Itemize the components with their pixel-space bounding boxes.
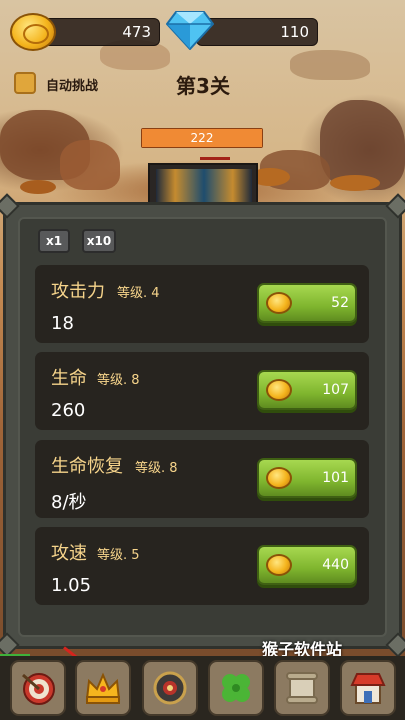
- gold-counter: 473: [40, 18, 160, 46]
- upgrade-price: 101: [322, 470, 349, 486]
- coin-icon: [266, 292, 292, 314]
- stat-card-attack-speed: 攻速 等级. 5 1.05 440: [35, 527, 369, 605]
- diamond-icon: [166, 11, 214, 50]
- stat-card-attack: 攻击力 等级. 4 18 52: [35, 265, 369, 343]
- nav-compass[interactable]: [142, 660, 198, 716]
- compass-icon: [153, 671, 187, 705]
- nav-clover[interactable]: [208, 660, 264, 716]
- clover-icon: [222, 674, 250, 702]
- stat-card-health: 生命 等级. 8 260 107: [35, 352, 369, 430]
- gold-coin-icon: [10, 13, 56, 51]
- stat-name: 攻击力: [51, 281, 105, 302]
- stat-value: 1.05: [51, 575, 92, 596]
- stat-name: 攻速: [51, 543, 87, 564]
- scroll-icon: [286, 672, 318, 704]
- enemy-hp-value: 222: [190, 131, 214, 145]
- upgrade-price: 52: [331, 295, 349, 311]
- stat-card-regen: 生命恢复 等级. 8 8/秒 101: [35, 440, 369, 518]
- upgrade-attack-speed-button[interactable]: 440: [257, 545, 357, 585]
- shop-icon: [350, 673, 386, 704]
- stat-level: 等级. 8: [97, 373, 140, 388]
- stat-value: 260: [51, 400, 86, 421]
- upgrade-attack-button[interactable]: 52: [257, 283, 357, 323]
- target-icon: [22, 673, 55, 705]
- level-title: 第3关: [176, 74, 230, 98]
- enemy-hp-marker: [200, 157, 230, 160]
- enemy-hp-bar: 222: [141, 128, 263, 148]
- auto-challenge-checkbox[interactable]: [14, 72, 36, 94]
- upgrade-health-button[interactable]: 107: [257, 370, 357, 410]
- stat-level: 等级. 5: [97, 548, 140, 563]
- coin-icon: [266, 379, 292, 401]
- coin-icon: [266, 554, 292, 576]
- auto-challenge-label: 自动挑战: [46, 79, 99, 94]
- stat-level: 等级. 8: [135, 461, 178, 476]
- stat-level: 等级. 4: [117, 286, 160, 301]
- nav-target[interactable]: [10, 660, 66, 716]
- diamond-counter: 110: [196, 18, 318, 46]
- nav-shop[interactable]: [340, 660, 396, 716]
- multiplier-x1-button[interactable]: x1: [38, 229, 70, 253]
- upgrade-regen-button[interactable]: 101: [257, 458, 357, 498]
- upgrade-price: 440: [322, 557, 349, 573]
- stat-value: 18: [51, 313, 74, 334]
- stat-value: 8/秒: [51, 492, 87, 513]
- multiplier-x10-button[interactable]: x10: [82, 229, 116, 253]
- diamond-amount: 110: [280, 23, 309, 41]
- stat-name: 生命恢复: [51, 456, 123, 477]
- gold-amount: 473: [122, 23, 151, 41]
- coin-icon: [266, 467, 292, 489]
- nav-scroll[interactable]: [274, 660, 330, 716]
- nav-crown[interactable]: [75, 660, 131, 716]
- crown-icon: [85, 672, 121, 704]
- stat-name: 生命: [51, 368, 87, 389]
- upgrade-price: 107: [322, 382, 349, 398]
